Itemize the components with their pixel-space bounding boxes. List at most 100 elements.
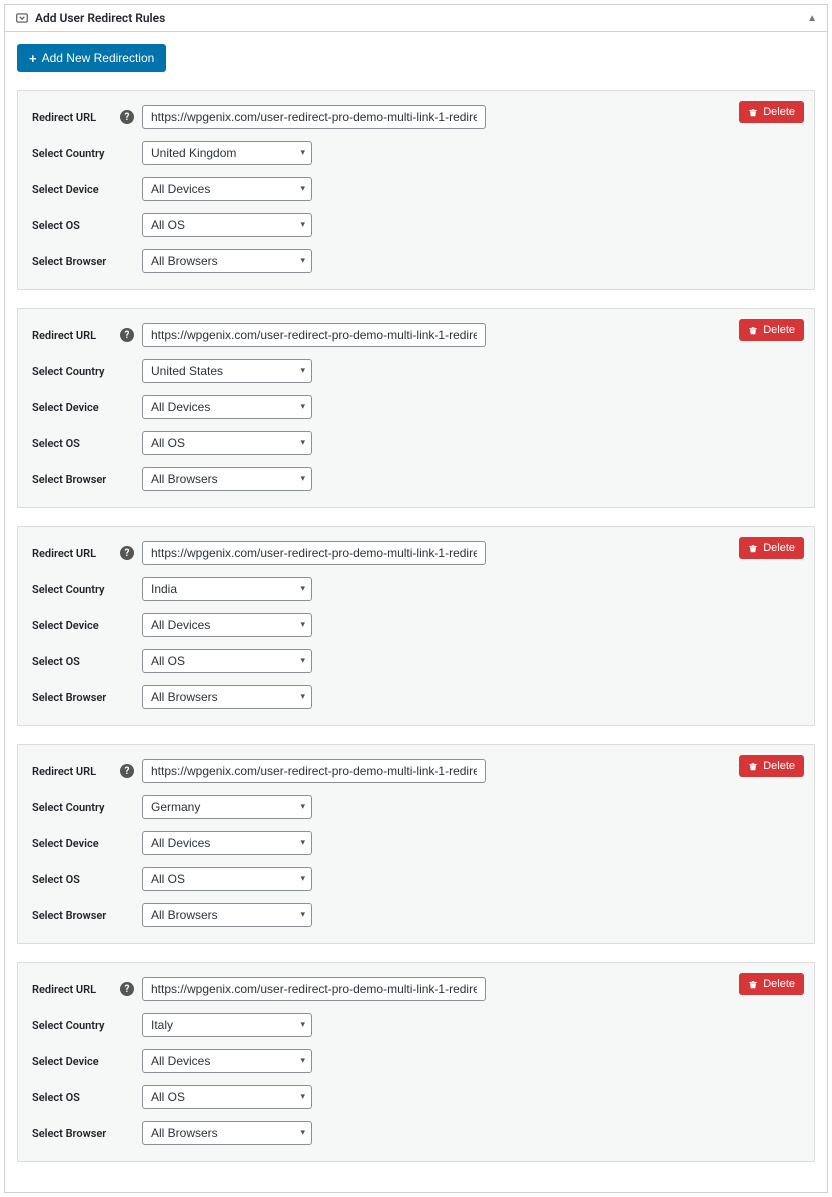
trash-icon — [748, 761, 758, 772]
trash-icon — [748, 543, 758, 554]
browser-select-wrap: ▾ — [142, 1121, 312, 1145]
os-label: Select OS — [32, 655, 120, 668]
country-row: Select Country ▾ — [32, 577, 800, 601]
country-select-wrap: ▾ — [142, 359, 312, 383]
redirect-url-label: Redirect URL — [32, 765, 120, 778]
add-new-redirection-button[interactable]: + Add New Redirection — [17, 44, 166, 72]
country-label: Select Country — [32, 583, 120, 596]
browser-row: Select Browser ▾ — [32, 249, 800, 273]
delete-rule-button[interactable]: Delete — [739, 755, 804, 777]
redirect-url-row: Redirect URL ? — [32, 105, 800, 129]
country-select-wrap: ▾ — [142, 1013, 312, 1037]
browser-select-wrap: ▾ — [142, 249, 312, 273]
os-select[interactable] — [142, 431, 312, 455]
browser-select[interactable] — [142, 903, 312, 927]
delete-rule-button[interactable]: Delete — [739, 973, 804, 995]
country-select[interactable] — [142, 141, 312, 165]
browser-label: Select Browser — [32, 909, 120, 922]
os-select-wrap: ▾ — [142, 431, 312, 455]
os-row: Select OS ▾ — [32, 1085, 800, 1109]
os-label: Select OS — [32, 437, 120, 450]
os-select[interactable] — [142, 649, 312, 673]
panel-body: + Add New Redirection Delete Redirect UR… — [5, 32, 827, 1192]
device-row: Select Device ▾ — [32, 1049, 800, 1073]
browser-label: Select Browser — [32, 255, 120, 268]
os-select[interactable] — [142, 1085, 312, 1109]
country-label: Select Country — [32, 801, 120, 814]
device-row: Select Device ▾ — [32, 395, 800, 419]
country-select[interactable] — [142, 359, 312, 383]
browser-select[interactable] — [142, 1121, 312, 1145]
trash-icon — [748, 979, 758, 990]
help-icon[interactable]: ? — [120, 546, 134, 560]
browser-select[interactable] — [142, 467, 312, 491]
browser-select-wrap: ▾ — [142, 685, 312, 709]
country-label: Select Country — [32, 365, 120, 378]
redirect-url-input[interactable] — [142, 105, 486, 129]
redirect-url-input[interactable] — [142, 759, 486, 783]
os-row: Select OS ▾ — [32, 649, 800, 673]
redirect-url-input[interactable] — [142, 541, 486, 565]
redirect-rule-card: Delete Redirect URL ? Select Country ▾ S… — [17, 90, 815, 290]
country-select-wrap: ▾ — [142, 795, 312, 819]
help-icon[interactable]: ? — [120, 110, 134, 124]
redirect-url-input[interactable] — [142, 323, 486, 347]
os-label: Select OS — [32, 1091, 120, 1104]
redirect-rule-card: Delete Redirect URL ? Select Country ▾ S… — [17, 744, 815, 944]
device-select-wrap: ▾ — [142, 1049, 312, 1073]
delete-rule-button[interactable]: Delete — [739, 319, 804, 341]
country-select[interactable] — [142, 795, 312, 819]
device-select[interactable] — [142, 831, 312, 855]
collapse-toggle-icon[interactable]: ▲ — [807, 13, 817, 24]
delete-label: Delete — [763, 324, 795, 336]
os-select[interactable] — [142, 213, 312, 237]
os-select-wrap: ▾ — [142, 649, 312, 673]
redirect-url-label: Redirect URL — [32, 111, 120, 124]
delete-label: Delete — [763, 106, 795, 118]
os-label: Select OS — [32, 873, 120, 886]
country-row: Select Country ▾ — [32, 795, 800, 819]
country-row: Select Country ▾ — [32, 1013, 800, 1037]
device-row: Select Device ▾ — [32, 613, 800, 637]
browser-label: Select Browser — [32, 473, 120, 486]
browser-select[interactable] — [142, 249, 312, 273]
redirect-rule-card: Delete Redirect URL ? Select Country ▾ S… — [17, 308, 815, 508]
delete-label: Delete — [763, 542, 795, 554]
device-select[interactable] — [142, 395, 312, 419]
device-select[interactable] — [142, 1049, 312, 1073]
device-label: Select Device — [32, 1055, 120, 1068]
country-select[interactable] — [142, 1013, 312, 1037]
device-select[interactable] — [142, 613, 312, 637]
country-select[interactable] — [142, 577, 312, 601]
country-label: Select Country — [32, 147, 120, 160]
country-row: Select Country ▾ — [32, 141, 800, 165]
help-icon[interactable]: ? — [120, 764, 134, 778]
browser-label: Select Browser — [32, 1127, 120, 1140]
country-select-wrap: ▾ — [142, 577, 312, 601]
browser-select[interactable] — [142, 685, 312, 709]
country-row: Select Country ▾ — [32, 359, 800, 383]
browser-select-wrap: ▾ — [142, 467, 312, 491]
delete-label: Delete — [763, 760, 795, 772]
help-icon[interactable]: ? — [120, 328, 134, 342]
device-row: Select Device ▾ — [32, 831, 800, 855]
delete-label: Delete — [763, 978, 795, 990]
os-select-wrap: ▾ — [142, 213, 312, 237]
browser-label: Select Browser — [32, 691, 120, 704]
redirect-url-input[interactable] — [142, 977, 486, 1001]
help-icon[interactable]: ? — [120, 982, 134, 996]
os-select[interactable] — [142, 867, 312, 891]
device-label: Select Device — [32, 619, 120, 632]
os-label: Select OS — [32, 219, 120, 232]
device-select[interactable] — [142, 177, 312, 201]
redirect-url-label: Redirect URL — [32, 983, 120, 996]
browser-row: Select Browser ▾ — [32, 467, 800, 491]
trash-icon — [748, 107, 758, 118]
redirect-url-row: Redirect URL ? — [32, 323, 800, 347]
os-row: Select OS ▾ — [32, 431, 800, 455]
delete-rule-button[interactable]: Delete — [739, 101, 804, 123]
delete-rule-button[interactable]: Delete — [739, 537, 804, 559]
redirect-rules-panel: Add User Redirect Rules ▲ + Add New Redi… — [4, 4, 828, 1193]
panel-title: Add User Redirect Rules — [35, 11, 165, 25]
country-label: Select Country — [32, 1019, 120, 1032]
